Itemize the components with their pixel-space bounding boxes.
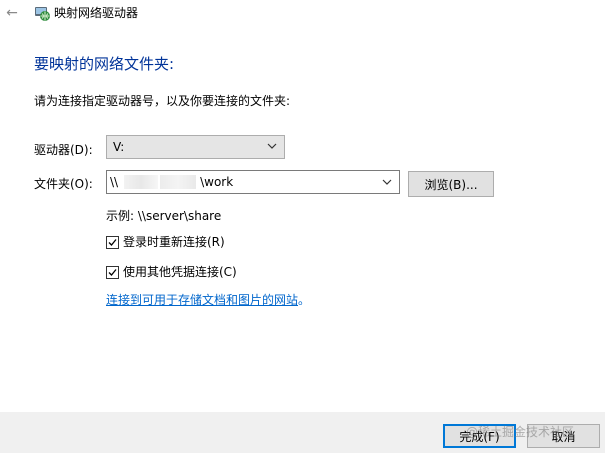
finish-button[interactable]: 完成(F) [443,424,516,448]
folder-input[interactable]: \\ \work [106,170,400,194]
example-text: 示例: \\server\share [106,209,222,223]
drive-select[interactable]: V: [106,135,285,159]
drive-label: 驱动器(D): [34,143,93,157]
reconnect-label: 登录时重新连接(R) [123,235,225,249]
link-suffix: 。 [298,293,311,307]
window-title: 映射网络驱动器 [54,6,139,20]
storage-website-link[interactable]: 连接到可用于存储文档和图片的网站。 [106,292,310,308]
back-arrow-icon[interactable]: ← [4,5,20,21]
checkmark-icon [108,238,117,246]
cancel-button[interactable]: 取消 [527,424,600,448]
page-heading: 要映射的网络文件夹: [34,55,175,73]
redacted-segment [160,175,197,189]
folder-value-suffix: \work [200,175,234,189]
map-network-drive-dialog: ← 映射网络驱动器 要映射的网络文件夹: 请为连接指定驱动器号，以及你要连接的文… [0,0,605,453]
credentials-checkbox[interactable] [106,265,119,279]
folder-value-prefix: \\ [110,175,119,189]
chevron-down-icon [267,143,277,149]
redacted-segment [124,175,159,189]
checkmark-icon [108,268,117,276]
reconnect-checkbox[interactable] [106,235,119,249]
drive-select-value: V: [113,140,125,154]
credentials-label: 使用其他凭据连接(C) [123,265,237,279]
folder-label: 文件夹(O): [34,177,93,191]
reconnect-checkbox-row[interactable]: 登录时重新连接(R) [106,234,225,250]
network-drive-icon [35,7,50,21]
chevron-down-icon[interactable] [381,176,393,188]
credentials-checkbox-row[interactable]: 使用其他凭据连接(C) [106,264,237,280]
browse-button[interactable]: 浏览(B)... [408,171,494,197]
storage-website-link-text[interactable]: 连接到可用于存储文档和图片的网站 [106,293,298,307]
instruction-text: 请为连接指定驱动器号，以及你要连接的文件夹: [34,94,291,108]
